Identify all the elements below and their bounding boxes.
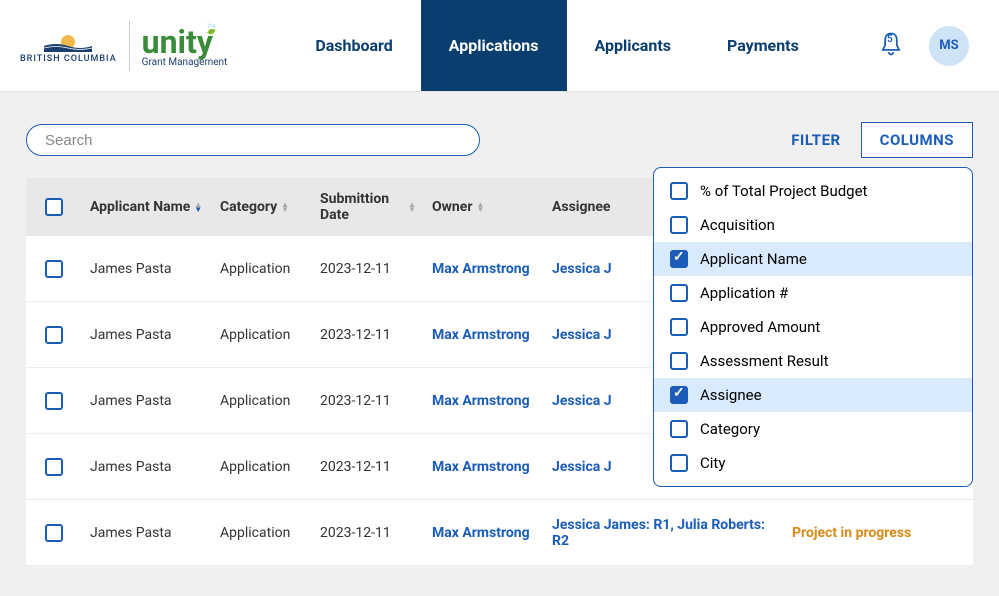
- column-option-label: Category: [700, 420, 760, 438]
- column-option-label: Assessment Result: [700, 352, 829, 370]
- col-header-owner[interactable]: Owner▲▼: [424, 199, 544, 215]
- row-select-cell: [26, 524, 82, 542]
- filter-button[interactable]: FILTER: [791, 131, 840, 149]
- column-option-label: Acquisition: [700, 216, 775, 234]
- content-area: FILTER COLUMNS Applicant Name▲▼ Category…: [0, 92, 999, 596]
- table-row: James PastaApplication2023-12-11Max Arms…: [26, 500, 973, 566]
- cell-owner-link[interactable]: Max Armstrong: [424, 459, 544, 475]
- cell-date: 2023-12-11: [312, 525, 424, 541]
- column-option-checkbox[interactable]: [670, 318, 688, 336]
- column-option-checkbox[interactable]: [670, 454, 688, 472]
- cell-category: Application: [212, 261, 312, 277]
- bc-logo: BRITISH COLUMBIA: [20, 28, 117, 64]
- unity-logo: unity🍃 Grant Management: [142, 23, 228, 68]
- cell-category: Application: [212, 459, 312, 475]
- column-option-checkbox[interactable]: [670, 352, 688, 370]
- row-checkbox[interactable]: [45, 326, 63, 344]
- row-checkbox[interactable]: [45, 392, 63, 410]
- select-all-cell: [26, 198, 82, 216]
- unity-logo-text: unity🍃: [142, 23, 228, 61]
- main-nav: DashboardApplicationsApplicantsPayments: [287, 0, 826, 91]
- column-option[interactable]: Assessment Result: [654, 344, 972, 378]
- search-input[interactable]: [26, 124, 480, 156]
- col-header-submission-date[interactable]: Submittion Date▲▼: [312, 191, 424, 223]
- column-option-checkbox[interactable]: [670, 386, 688, 404]
- row-checkbox[interactable]: [45, 260, 63, 278]
- sort-icon: ▲▼: [281, 202, 289, 212]
- columns-dropdown: % of Total Project Budget Acquisition Appl…: [653, 167, 973, 487]
- cell-owner-link[interactable]: Max Armstrong: [424, 327, 544, 343]
- column-option[interactable]: Assignee: [654, 378, 972, 412]
- column-option[interactable]: Application #: [654, 276, 972, 310]
- sort-icon: ▲▼: [408, 202, 416, 212]
- notifications-count: 5: [887, 34, 893, 45]
- cell-status: Project in progress: [784, 525, 924, 541]
- cell-applicant-name: James Pasta: [82, 459, 212, 475]
- column-option-label: % of Total Project Budget: [700, 182, 867, 200]
- nav-item-payments[interactable]: Payments: [699, 0, 827, 91]
- cell-assignee-link[interactable]: Jessica James: R1, Julia Roberts: R2: [544, 517, 784, 549]
- column-option[interactable]: % of Total Project Budget: [654, 174, 972, 208]
- cell-category: Application: [212, 393, 312, 409]
- column-option-checkbox[interactable]: [670, 420, 688, 438]
- column-option-label: Approved Amount: [700, 318, 820, 336]
- column-option-checkbox[interactable]: [670, 182, 688, 200]
- column-option[interactable]: Applicant Name: [654, 242, 972, 276]
- column-option-checkbox[interactable]: [670, 250, 688, 268]
- select-all-checkbox[interactable]: [45, 198, 63, 216]
- nav-item-applications[interactable]: Applications: [421, 0, 567, 91]
- row-checkbox[interactable]: [45, 524, 63, 542]
- cell-date: 2023-12-11: [312, 327, 424, 343]
- cell-applicant-name: James Pasta: [82, 393, 212, 409]
- cell-date: 2023-12-11: [312, 393, 424, 409]
- column-option-label: Assignee: [700, 386, 762, 404]
- column-option[interactable]: Category: [654, 412, 972, 446]
- row-select-cell: [26, 392, 82, 410]
- column-option[interactable]: Acquisition: [654, 208, 972, 242]
- nav-item-dashboard[interactable]: Dashboard: [287, 0, 420, 91]
- bc-logo-text: BRITISH COLUMBIA: [20, 54, 117, 64]
- column-option-checkbox[interactable]: [670, 216, 688, 234]
- nav-item-applicants[interactable]: Applicants: [567, 0, 699, 91]
- leaf-icon: 🍃: [204, 21, 219, 35]
- column-option-label: City: [700, 454, 725, 472]
- toolbar-right: FILTER COLUMNS: [791, 122, 973, 158]
- cell-owner-link[interactable]: Max Armstrong: [424, 393, 544, 409]
- row-select-cell: [26, 260, 82, 278]
- column-option[interactable]: Approved Amount: [654, 310, 972, 344]
- cell-date: 2023-12-11: [312, 459, 424, 475]
- row-checkbox[interactable]: [45, 458, 63, 476]
- app-header: BRITISH COLUMBIA unity🍃 Grant Management…: [0, 0, 999, 92]
- sort-icon: ▲▼: [476, 202, 484, 212]
- cell-category: Application: [212, 525, 312, 541]
- cell-date: 2023-12-11: [312, 261, 424, 277]
- row-select-cell: [26, 458, 82, 476]
- sort-icon: ▲▼: [194, 202, 202, 212]
- user-avatar[interactable]: MS: [929, 26, 969, 66]
- cell-owner-link[interactable]: Max Armstrong: [424, 525, 544, 541]
- cell-owner-link[interactable]: Max Armstrong: [424, 261, 544, 277]
- header-right: 5 MS: [877, 26, 999, 66]
- cell-applicant-name: James Pasta: [82, 327, 212, 343]
- col-header-category[interactable]: Category▲▼: [212, 199, 312, 215]
- col-header-applicant-name[interactable]: Applicant Name▲▼: [82, 199, 212, 215]
- cell-applicant-name: James Pasta: [82, 525, 212, 541]
- logo-area: BRITISH COLUMBIA unity🍃 Grant Management: [0, 21, 247, 71]
- row-select-cell: [26, 326, 82, 344]
- column-option-label: Application #: [700, 284, 788, 302]
- logo-divider: [129, 21, 130, 71]
- notifications-button[interactable]: 5: [877, 30, 905, 62]
- toolbar: FILTER COLUMNS: [26, 122, 973, 158]
- column-option-label: Applicant Name: [700, 250, 807, 268]
- columns-button[interactable]: COLUMNS: [861, 122, 973, 158]
- bc-sun-icon: [44, 28, 92, 52]
- cell-category: Application: [212, 327, 312, 343]
- cell-applicant-name: James Pasta: [82, 261, 212, 277]
- column-option[interactable]: City: [654, 446, 972, 480]
- column-option-checkbox[interactable]: [670, 284, 688, 302]
